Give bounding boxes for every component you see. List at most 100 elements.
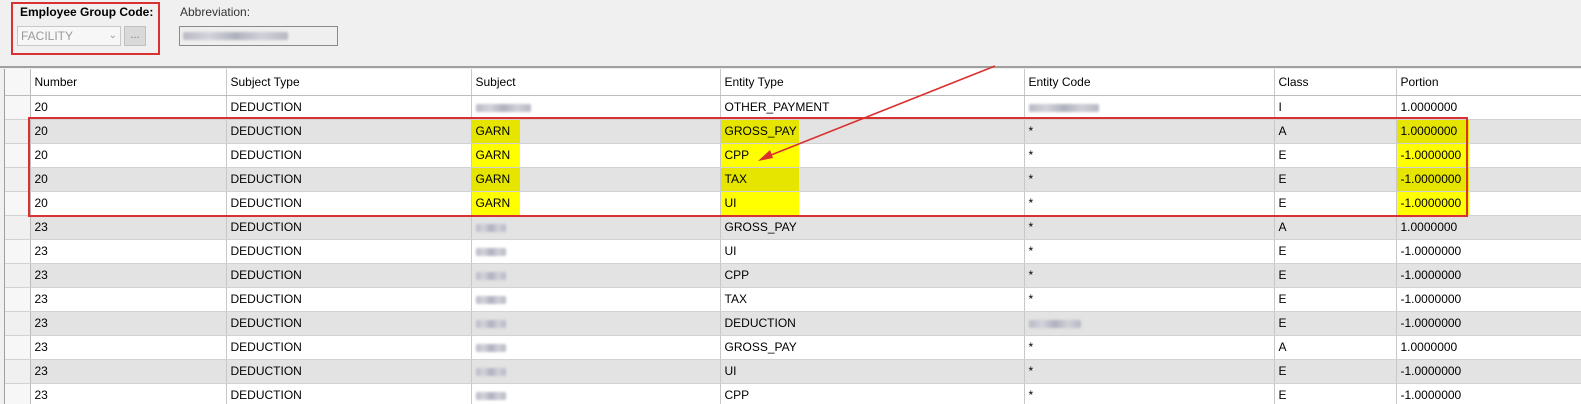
table-row[interactable]: 20 DEDUCTION OTHER_PAYMENT I 1.0000000 (5, 95, 1581, 120)
row-header[interactable] (5, 263, 31, 288)
table-row[interactable]: 23 DEDUCTION TAX * E -1.0000000 (5, 287, 1581, 312)
column-header-portion[interactable]: Portion (1396, 69, 1581, 96)
cell-subject-type[interactable]: DEDUCTION (226, 167, 472, 192)
cell-portion[interactable]: -1.0000000 (1396, 311, 1581, 336)
table-row[interactable]: 23 DEDUCTION UI * E -1.0000000 (5, 239, 1581, 264)
cell-portion[interactable]: -1.0000000 (1396, 287, 1581, 312)
cell-class[interactable]: E (1274, 143, 1397, 168)
table-row[interactable]: 23 DEDUCTION UI * E -1.0000000 (5, 359, 1581, 384)
row-header[interactable] (5, 335, 31, 360)
cell-entity-type[interactable]: CPP (720, 143, 1025, 168)
table-row[interactable]: 23 DEDUCTION DEDUCTION E -1.0000000 (5, 311, 1581, 336)
column-header-class[interactable]: Class (1274, 69, 1397, 96)
cell-number[interactable]: 23 (30, 359, 227, 384)
cell-subject[interactable]: GARN (471, 143, 721, 168)
cell-number[interactable]: 20 (30, 119, 227, 144)
cell-portion[interactable]: -1.0000000 (1396, 383, 1581, 404)
cell-subject[interactable] (471, 311, 721, 336)
cell-portion[interactable]: -1.0000000 (1396, 143, 1581, 168)
cell-entity-type[interactable]: CPP (720, 263, 1025, 288)
cell-entity-code[interactable]: * (1024, 335, 1275, 360)
cell-portion[interactable]: 1.0000000 (1396, 215, 1581, 240)
cell-number[interactable]: 23 (30, 335, 227, 360)
cell-subject-type[interactable]: DEDUCTION (226, 143, 472, 168)
column-header-subject[interactable]: Subject (471, 69, 721, 96)
table-row[interactable]: 20 DEDUCTION GARN GROSS_PAY * A 1.000000… (5, 119, 1581, 144)
cell-entity-code[interactable]: * (1024, 383, 1275, 404)
cell-number[interactable]: 20 (30, 95, 227, 120)
cell-entity-code[interactable]: * (1024, 143, 1275, 168)
cell-number[interactable]: 20 (30, 167, 227, 192)
cell-class[interactable]: E (1274, 263, 1397, 288)
cell-subject-type[interactable]: DEDUCTION (226, 287, 472, 312)
row-header[interactable] (5, 287, 31, 312)
cell-class[interactable]: A (1274, 119, 1397, 144)
cell-entity-type[interactable]: UI (720, 359, 1025, 384)
cell-entity-type[interactable]: GROSS_PAY (720, 215, 1025, 240)
cell-class[interactable]: I (1274, 95, 1397, 120)
cell-entity-code[interactable]: * (1024, 263, 1275, 288)
cell-entity-code[interactable]: * (1024, 287, 1275, 312)
cell-subject[interactable] (471, 95, 721, 120)
table-row[interactable]: 20 DEDUCTION GARN TAX * E -1.0000000 (5, 167, 1581, 192)
cell-class[interactable]: A (1274, 215, 1397, 240)
row-header[interactable] (5, 215, 31, 240)
chevron-down-icon[interactable]: ⌄ (109, 27, 117, 45)
column-header-number[interactable]: Number (30, 69, 227, 96)
cell-entity-type[interactable]: OTHER_PAYMENT (720, 95, 1025, 120)
cell-subject-type[interactable]: DEDUCTION (226, 335, 472, 360)
cell-entity-code[interactable]: * (1024, 239, 1275, 264)
cell-subject[interactable] (471, 287, 721, 312)
cell-entity-type[interactable]: DEDUCTION (720, 311, 1025, 336)
cell-class[interactable]: E (1274, 239, 1397, 264)
row-header[interactable] (5, 119, 31, 144)
cell-portion[interactable]: -1.0000000 (1396, 167, 1581, 192)
cell-entity-code[interactable]: * (1024, 167, 1275, 192)
cell-portion[interactable]: 1.0000000 (1396, 335, 1581, 360)
cell-subject[interactable]: GARN (471, 167, 721, 192)
cell-entity-type[interactable]: TAX (720, 287, 1025, 312)
cell-class[interactable]: E (1274, 287, 1397, 312)
cell-class[interactable]: E (1274, 359, 1397, 384)
cell-subject[interactable] (471, 383, 721, 404)
row-header[interactable] (5, 359, 31, 384)
cell-portion[interactable]: 1.0000000 (1396, 95, 1581, 120)
table-row[interactable]: 20 DEDUCTION GARN UI * E -1.0000000 (5, 191, 1581, 216)
table-row[interactable]: 23 DEDUCTION CPP * E -1.0000000 (5, 383, 1581, 404)
cell-portion[interactable]: -1.0000000 (1396, 191, 1581, 216)
cell-portion[interactable]: -1.0000000 (1396, 359, 1581, 384)
cell-subject[interactable]: GARN (471, 191, 721, 216)
row-header[interactable] (5, 383, 31, 404)
cell-class[interactable]: E (1274, 311, 1397, 336)
cell-portion[interactable]: -1.0000000 (1396, 263, 1581, 288)
cell-entity-type[interactable]: CPP (720, 383, 1025, 404)
cell-subject-type[interactable]: DEDUCTION (226, 239, 472, 264)
cell-class[interactable]: E (1274, 167, 1397, 192)
cell-subject-type[interactable]: DEDUCTION (226, 95, 472, 120)
row-header[interactable] (5, 95, 31, 120)
column-header-subject-type[interactable]: Subject Type (226, 69, 472, 96)
cell-entity-type[interactable]: UI (720, 191, 1025, 216)
cell-entity-code[interactable]: * (1024, 119, 1275, 144)
cell-entity-code[interactable]: * (1024, 191, 1275, 216)
cell-entity-type[interactable]: TAX (720, 167, 1025, 192)
cell-subject[interactable] (471, 215, 721, 240)
abbreviation-field[interactable] (179, 26, 338, 46)
row-header[interactable] (5, 191, 31, 216)
table-row[interactable]: 23 DEDUCTION GROSS_PAY * A 1.0000000 (5, 335, 1581, 360)
cell-subject-type[interactable]: DEDUCTION (226, 359, 472, 384)
cell-number[interactable]: 23 (30, 311, 227, 336)
table-row[interactable]: 23 DEDUCTION GROSS_PAY * A 1.0000000 (5, 215, 1581, 240)
cell-class[interactable]: E (1274, 383, 1397, 404)
employee-group-code-select[interactable]: FACILITY ⌄ (17, 26, 121, 46)
cell-entity-code[interactable]: * (1024, 215, 1275, 240)
cell-subject-type[interactable]: DEDUCTION (226, 191, 472, 216)
cell-subject-type[interactable]: DEDUCTION (226, 311, 472, 336)
cell-entity-type[interactable]: GROSS_PAY (720, 119, 1025, 144)
cell-subject[interactable] (471, 239, 721, 264)
cell-number[interactable]: 23 (30, 287, 227, 312)
cell-number[interactable]: 20 (30, 191, 227, 216)
cell-entity-type[interactable]: UI (720, 239, 1025, 264)
cell-subject-type[interactable]: DEDUCTION (226, 263, 472, 288)
row-header[interactable] (5, 311, 31, 336)
